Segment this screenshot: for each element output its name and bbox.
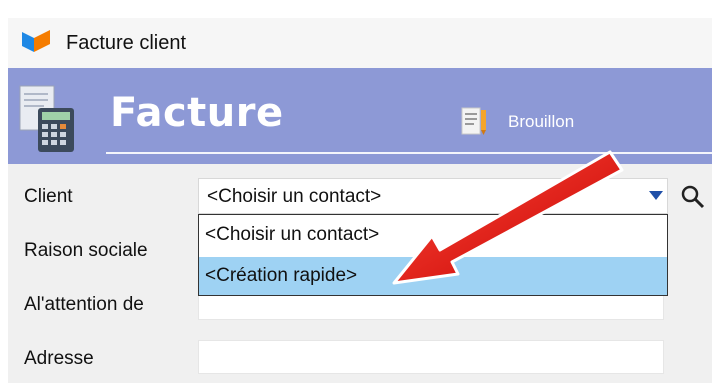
client-label: Client <box>24 186 73 207</box>
adresse-label: Adresse <box>24 348 94 369</box>
screen-top-strip <box>0 0 712 18</box>
client-combobox-value: <Choisir un contact> <box>207 186 382 207</box>
client-dropdown-list: <Choisir un contact> <Création rapide> <box>198 214 668 296</box>
invoice-form: Client <Choisir un contact> Raison socia… <box>8 164 712 383</box>
chevron-down-icon[interactable] <box>649 191 663 200</box>
dropdown-option-choose-contact[interactable]: <Choisir un contact> <box>199 216 667 254</box>
search-icon[interactable] <box>680 184 706 210</box>
header-divider <box>106 152 712 154</box>
title-bar: Facture client <box>8 18 712 68</box>
draft-document-icon <box>461 107 486 135</box>
page-header: Facture Brouillon <box>8 68 712 164</box>
adresse-input[interactable] <box>198 340 664 374</box>
raison-sociale-label: Raison sociale <box>24 240 148 261</box>
dropdown-option-quick-create[interactable]: <Création rapide> <box>199 257 667 295</box>
page-title: Facture <box>110 90 284 136</box>
status-badge: Brouillon <box>508 112 575 131</box>
calculator-document-icon <box>19 85 74 152</box>
app-logo-icon <box>22 30 50 52</box>
invoice-window: Facture client Facture Brouillon Client … <box>8 18 712 383</box>
attention-label: Al'attention de <box>24 294 144 315</box>
client-combobox[interactable]: <Choisir un contact> <box>198 178 668 214</box>
window-title: Facture client <box>66 32 187 54</box>
